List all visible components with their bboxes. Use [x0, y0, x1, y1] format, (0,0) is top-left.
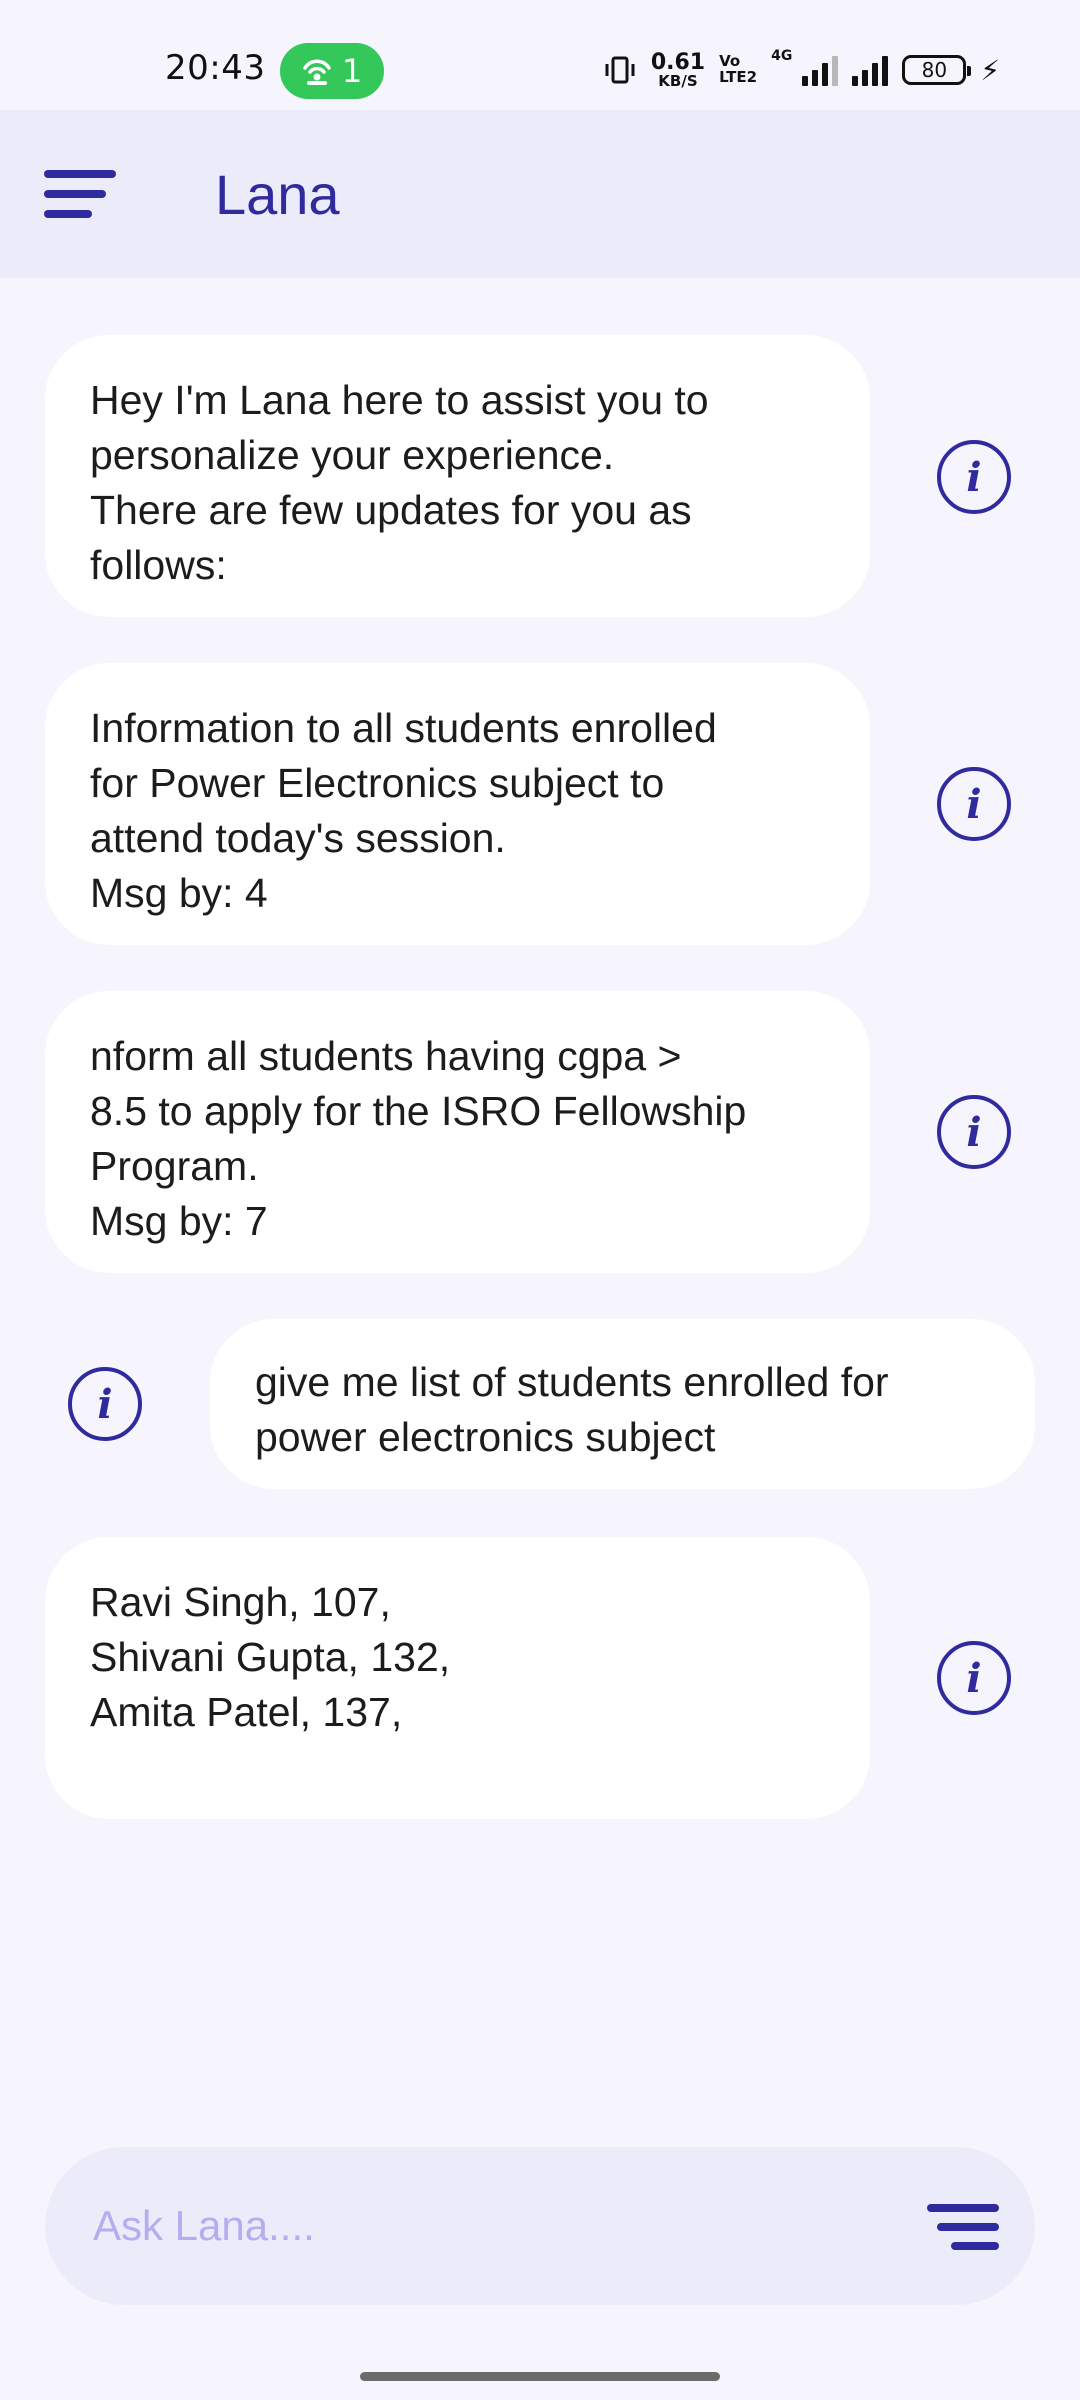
home-indicator[interactable] — [360, 2372, 720, 2381]
bot-message: Hey I'm Lana here to assist you to perso… — [45, 335, 870, 617]
volte-bottom: LTE2 — [719, 68, 758, 86]
charging-icon: ⚡ — [980, 53, 1000, 87]
bot-message: Information to all students enrolled for… — [45, 663, 870, 945]
bot-message: nform all students having cgpa > 8.5 to … — [45, 991, 870, 1273]
app-header: Lana — [0, 110, 1080, 278]
network-speed-unit: KB/S — [658, 71, 698, 90]
network-type: 4G — [771, 48, 793, 64]
ask-input[interactable] — [93, 2147, 913, 2305]
bot-message: Ravi Singh, 107, Shivani Gupta, 132, Ami… — [45, 1537, 870, 1819]
hotspot-indicator: 1 — [280, 43, 384, 99]
volte-indicator: Vo LTE2 — [719, 53, 758, 86]
hotspot-icon — [303, 59, 331, 85]
page-title: Lana — [215, 163, 340, 226]
chat-screen: 20:43 1 0.61 KB/S Vo LTE2 4G 80 ⚡ Lana H… — [0, 0, 1080, 2400]
info-icon[interactable]: i — [937, 440, 1011, 514]
user-message: give me list of students enrolled for po… — [210, 1319, 1035, 1489]
hotspot-count: 1 — [341, 52, 363, 90]
info-icon[interactable]: i — [937, 767, 1011, 841]
info-icon[interactable]: i — [68, 1367, 142, 1441]
send-button[interactable] — [923, 2197, 999, 2257]
battery-level: 80 — [921, 58, 948, 82]
menu-button[interactable] — [44, 162, 124, 226]
battery-icon: 80 — [902, 55, 972, 85]
vibrate-icon — [605, 56, 635, 84]
status-time: 20:43 — [165, 48, 266, 88]
status-bar: 20:43 1 0.61 KB/S Vo LTE2 4G 80 ⚡ — [0, 0, 1080, 110]
info-icon[interactable]: i — [937, 1095, 1011, 1169]
network-speed-value: 0.61 — [650, 49, 706, 75]
signal-sim1-icon — [802, 54, 839, 86]
chat-input-bar — [45, 2147, 1035, 2305]
signal-sim2-icon — [852, 54, 889, 86]
status-icons: 0.61 KB/S Vo LTE2 4G 80 ⚡ — [603, 48, 1000, 92]
network-speed: 0.61 KB/S — [650, 49, 706, 90]
info-icon[interactable]: i — [937, 1641, 1011, 1715]
